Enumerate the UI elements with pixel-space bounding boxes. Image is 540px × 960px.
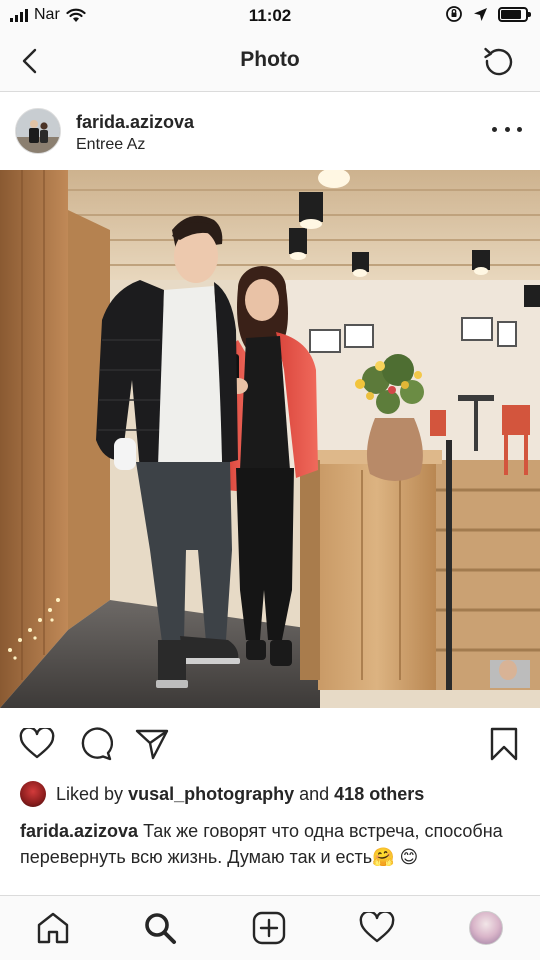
tab-search[interactable] <box>140 908 180 948</box>
page-title: Photo <box>240 48 300 71</box>
heart-icon <box>19 728 55 759</box>
share-button[interactable] <box>132 724 172 764</box>
post-header: farida.azizova Entree Az <box>0 93 540 170</box>
paper-plane-icon <box>135 729 169 760</box>
bookmark-icon <box>490 727 518 761</box>
battery-icon <box>498 6 531 22</box>
photo-scene <box>0 170 540 708</box>
status-right <box>445 5 531 23</box>
comment-button[interactable] <box>76 724 116 764</box>
liker-username[interactable]: vusal_photography <box>128 784 294 805</box>
post-username[interactable]: farida.azizova <box>76 112 194 133</box>
likes-prefix: Liked by <box>56 783 124 804</box>
likes-summary[interactable]: Liked by vusal_photography and 418 other… <box>20 778 424 810</box>
status-bar: Nar 11:02 <box>0 0 540 32</box>
orientation-lock-icon <box>446 6 462 22</box>
tab-add-post[interactable] <box>249 908 289 948</box>
refresh-icon <box>484 47 513 76</box>
like-button[interactable] <box>17 724 57 764</box>
tab-home[interactable] <box>33 908 73 948</box>
post-caption: farida.azizova Так же говорят что одна в… <box>20 818 525 870</box>
likes-others-count[interactable]: 418 others <box>334 784 424 805</box>
refresh-button[interactable] <box>480 42 518 80</box>
add-post-icon <box>252 911 286 945</box>
caption-username[interactable]: farida.azizova <box>20 821 138 841</box>
more-options-button[interactable] <box>492 121 522 137</box>
home-icon <box>37 912 69 944</box>
post-photo[interactable] <box>0 170 540 708</box>
more-options-icon <box>492 126 497 132</box>
likes-connector: and <box>299 783 330 804</box>
post-actions <box>0 710 540 774</box>
liker-avatar[interactable] <box>20 781 46 807</box>
navigation-bar: Photo <box>0 32 540 92</box>
save-button[interactable] <box>484 724 524 764</box>
battery-level <box>501 9 521 19</box>
location-arrow-icon <box>474 7 487 21</box>
profile-avatar <box>469 911 503 945</box>
bottom-tab-bar <box>0 895 540 960</box>
tab-activity[interactable] <box>357 908 397 948</box>
comment-icon <box>81 727 113 761</box>
tab-profile[interactable] <box>466 908 506 948</box>
heart-icon <box>359 912 395 943</box>
author-avatar[interactable] <box>15 108 61 154</box>
post-location[interactable]: Entree Az <box>76 136 145 154</box>
search-icon <box>145 913 176 944</box>
avatar-image <box>16 109 60 153</box>
